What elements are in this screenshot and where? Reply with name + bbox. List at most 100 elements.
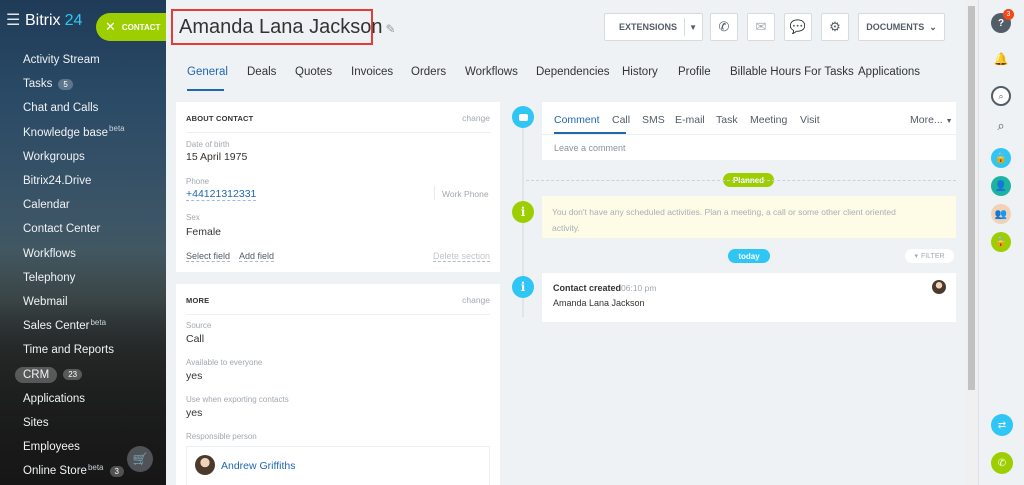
tab-comment[interactable]: Comment [554, 114, 600, 126]
tab-call[interactable]: Call [612, 114, 630, 126]
left-sidebar: ☰ Bitrix 24 ✕ CONTACT Activity Stream Ta… [0, 0, 166, 485]
sidebar-item-label: Bitrix24.Drive [23, 175, 92, 188]
chevron-down-icon[interactable]: ▼ [689, 23, 697, 32]
hamburger-menu-icon[interactable]: ☰ [6, 13, 22, 29]
email-button[interactable]: ✉ [747, 13, 775, 41]
page-title[interactable]: Amanda Lana Jackson ✎ [179, 16, 396, 39]
beta-label: beta [90, 317, 107, 327]
sidebar-nav: Activity Stream Tasks 5 Chat and Calls Kn… [0, 48, 166, 483]
chevron-down-icon: ⌄ [929, 21, 937, 32]
logo[interactable]: ☰ Bitrix 24 [6, 10, 82, 32]
tab-history[interactable]: History [622, 66, 658, 78]
avatar[interactable] [932, 280, 946, 294]
close-icon: ✕ [105, 19, 116, 34]
user-icon[interactable]: 👤 [991, 176, 1011, 196]
sidebar-item-webmail[interactable]: Webmail [0, 290, 166, 314]
select-field-link[interactable]: Select field [186, 251, 231, 262]
source-label: Source [186, 321, 212, 330]
tab-deals[interactable]: Deals [247, 66, 276, 78]
call-button[interactable]: ✆ [710, 13, 738, 41]
sidebar-item-drive[interactable]: Bitrix24.Drive [0, 169, 166, 193]
lock-icon[interactable]: 🔒 [991, 148, 1011, 168]
more-change-link[interactable]: change [462, 295, 490, 305]
tab-applications[interactable]: Applications [858, 66, 920, 78]
history-item: Contact created 06:10 pm Amanda Lana Jac… [542, 273, 956, 322]
tab-orders[interactable]: Orders [411, 66, 446, 78]
phone-icon[interactable]: ✆ [991, 452, 1013, 474]
edit-pencil-icon[interactable]: ✎ [385, 22, 395, 36]
sidebar-item-label: Contact Center [23, 223, 101, 236]
info-icon: i [512, 201, 534, 223]
add-field-link[interactable]: Add field [239, 251, 275, 262]
sex-value: Female [186, 226, 222, 238]
close-contact-button[interactable]: ✕ CONTACT [96, 13, 166, 41]
search-chat-icon[interactable]: ⌕ [991, 86, 1011, 106]
sidebar-item-workflows[interactable]: Workflows [0, 242, 166, 266]
comment-input[interactable]: Leave a comment [554, 143, 626, 153]
cart-icon[interactable]: 🛒 [127, 446, 153, 472]
filter-button[interactable]: ▾ FILTER [905, 249, 954, 263]
lock-icon[interactable]: 🔒 [991, 232, 1011, 252]
search-icon[interactable]: ⌕ [991, 116, 1011, 136]
delete-section-link[interactable]: Delete section [432, 251, 490, 262]
group-avatar-icon[interactable]: 👥 [991, 204, 1011, 224]
sidebar-item-applications[interactable]: Applications [0, 387, 166, 411]
scrollbar-thumb[interactable] [968, 6, 975, 390]
tab-task[interactable]: Task [716, 114, 738, 126]
contact-button-label: CONTACT [121, 22, 161, 32]
dob-value: 15 April 1975 [186, 151, 248, 163]
sidebar-item-crm[interactable]: CRM 23 [0, 362, 166, 386]
tab-meeting[interactable]: Meeting [750, 114, 787, 126]
tab-workflows[interactable]: Workflows [465, 66, 518, 78]
sidebar-item-label: Time and Reports [23, 344, 114, 357]
tab-invoices[interactable]: Invoices [351, 66, 393, 78]
documents-button[interactable]: DOCUMENTS ⌄ [858, 13, 945, 41]
tab-visit[interactable]: Visit [800, 114, 820, 126]
extensions-button[interactable]: EXTENSIONS ▼ [604, 13, 703, 41]
beta-label: beta [87, 462, 104, 472]
chat-button[interactable]: 💬 [784, 13, 812, 41]
responsible-label: Responsible person [186, 432, 257, 441]
sidebar-item-knowledge-base[interactable]: Knowledge base beta [0, 121, 166, 145]
tab-quotes[interactable]: Quotes [295, 66, 332, 78]
settings-button[interactable]: ⚙ [821, 13, 849, 41]
sidebar-item-label: Workgroups [23, 150, 85, 163]
comment-bubble-icon [512, 106, 534, 128]
sidebar-item-sites[interactable]: Sites [0, 411, 166, 435]
sidebar-item-time-and-reports[interactable]: Time and Reports [0, 338, 166, 362]
phone-type: Work Phone [442, 189, 489, 199]
bell-icon[interactable]: 🔔 [991, 49, 1011, 69]
tab-billable-hours[interactable]: Billable Hours For Tasks [730, 66, 854, 78]
sidebar-item-label: Chat and Calls [23, 102, 99, 115]
responsible-name[interactable]: Andrew Griffiths [221, 460, 296, 472]
about-change-link[interactable]: change [462, 113, 490, 123]
more-activities-dropdown[interactable]: More... ▼ [910, 114, 953, 126]
open-lines-icon[interactable]: ⇄ [991, 414, 1013, 436]
tab-sms[interactable]: SMS [642, 114, 665, 126]
phone-link[interactable]: +44121312331 [186, 188, 257, 201]
scrollbar[interactable] [966, 0, 978, 485]
export-value: yes [186, 407, 203, 419]
divider [542, 134, 956, 135]
main-content: Amanda Lana Jackson ✎ EXTENSIONS ▼ ✆ ✉ 💬 … [166, 0, 966, 485]
info-icon: i [512, 276, 534, 298]
activity-editor-card: Comment Call SMS E-mail Task Meeting Vis… [542, 102, 956, 160]
tab-general[interactable]: General [187, 66, 228, 78]
tab-email[interactable]: E-mail [675, 114, 705, 126]
sidebar-item-label: Activity Stream [23, 54, 100, 67]
event-title: Contact created [553, 283, 622, 293]
sidebar-item-sales-center[interactable]: Sales Center beta [0, 314, 166, 338]
sidebar-item-calendar[interactable]: Calendar [0, 193, 166, 217]
responsible-person-box[interactable]: Andrew Griffiths [186, 446, 490, 485]
tab-profile[interactable]: Profile [678, 66, 711, 78]
sidebar-item-label: Knowledge base [23, 126, 109, 139]
sidebar-item-contact-center[interactable]: Contact Center [0, 217, 166, 241]
sidebar-item-chat-and-calls[interactable]: Chat and Calls [0, 96, 166, 120]
sidebar-item-tasks[interactable]: Tasks 5 [0, 72, 166, 96]
sidebar-item-telephony[interactable]: Telephony [0, 266, 166, 290]
divider [186, 132, 490, 133]
tab-dependencies[interactable]: Dependencies [536, 66, 610, 78]
sidebar-item-workgroups[interactable]: Workgroups [0, 145, 166, 169]
sidebar-item-activity-stream[interactable]: Activity Stream [0, 48, 166, 72]
sex-label: Sex [186, 213, 200, 222]
